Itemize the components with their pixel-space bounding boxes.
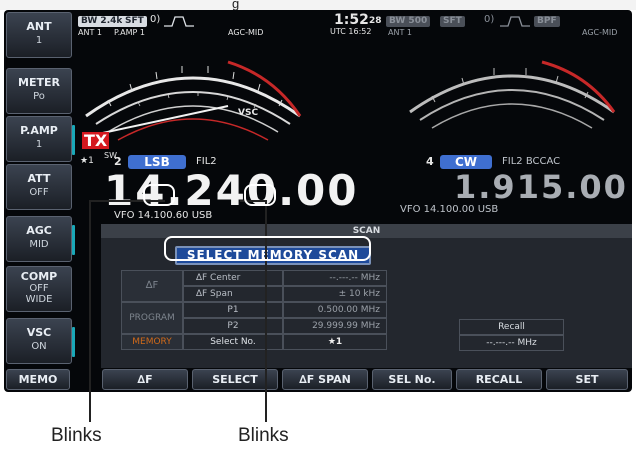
agc-key-value: MID — [29, 239, 49, 250]
sub-sft-chip: SFT — [440, 16, 465, 27]
sub-sft-value: 0) — [484, 14, 495, 25]
blink-callout-line-right — [265, 200, 267, 422]
sub-frequency: 1.915.00 — [454, 168, 628, 206]
sub-mode-number: 4 — [426, 155, 434, 168]
main-filter-shape-icon — [164, 16, 194, 27]
row-value-select-no: ★1 — [283, 334, 387, 350]
sel-no-key[interactable]: SEL No. — [372, 369, 452, 390]
top-strip: g — [0, 0, 636, 11]
sub-agc-label: AGC-MID — [582, 28, 618, 37]
select-memory-scan-highlight — [164, 236, 371, 261]
blink-dot — [89, 260, 91, 262]
main-agc-label: AGC-MID — [228, 28, 264, 37]
meter-key-label: METER — [18, 76, 60, 89]
comp-key-label: COMP — [20, 270, 58, 283]
att-key[interactable]: ATT OFF — [6, 164, 72, 210]
ant-key[interactable]: ANT 1 — [6, 12, 72, 58]
main-sft-chip: SFT — [122, 16, 147, 27]
vsc-key-value: ON — [31, 341, 47, 352]
clock-seconds: 28 — [369, 16, 382, 26]
sub-vfo-line: VFO 14.100.00 USB — [400, 204, 499, 215]
comp-key[interactable]: COMP OFF WIDE — [6, 266, 72, 312]
vsc-key[interactable]: VSC ON — [6, 318, 75, 364]
agc-key[interactable]: AGC MID — [6, 216, 75, 262]
row-param-p1: P1 — [183, 302, 283, 318]
agc-key-label: AGC — [26, 224, 52, 237]
pamp-key[interactable]: P.AMP 1 — [6, 116, 75, 162]
vsc-key-label: VSC — [26, 326, 52, 339]
meter-key[interactable]: METER Po — [6, 68, 72, 114]
recall-value: --.---.-- MHz — [459, 335, 564, 351]
row-value-p1: 0.500.00 MHz — [283, 302, 387, 318]
main-bw-chip: BW 2.4k — [78, 16, 126, 27]
delta-f-span-key[interactable]: ∆F SPAN — [282, 369, 368, 390]
row-value-span: ± 10 kHz — [283, 286, 387, 302]
main-vfo-line: VFO 14.100.60 USB — [114, 210, 213, 221]
sub-filter-label: FIL2 BCCAC — [502, 156, 561, 167]
agc-indicator — [72, 225, 75, 255]
sub-bw-chip: BW 500 — [386, 16, 431, 27]
clock-time: 1:52 — [334, 12, 369, 28]
ant-key-value: 1 — [35, 35, 43, 46]
main-sft-value: 0) — [150, 14, 161, 25]
blink-highlight-right — [244, 184, 276, 206]
ant-key-label: ANT — [26, 20, 52, 33]
recall-key[interactable]: RECALL — [456, 369, 542, 390]
sub-meter — [409, 60, 616, 129]
sub-ant-label: ANT 1 — [388, 28, 412, 37]
main-meter — [85, 60, 302, 141]
pamp-key-value: 1 — [35, 139, 43, 150]
pamp-indicator — [72, 125, 75, 155]
meter-key-value: Po — [33, 91, 45, 102]
blink-callout-line-left — [89, 200, 91, 422]
att-key-value: OFF — [29, 187, 49, 198]
group-program: PROGRAM — [121, 302, 183, 334]
row-param-center: ∆F Center — [183, 270, 283, 286]
comp-key-value: OFF WIDE — [25, 283, 53, 305]
sub-filter-shape-icon — [500, 16, 530, 27]
row-param-select-no: Select No. — [183, 334, 283, 350]
group-memory: MEMORY — [121, 334, 183, 350]
vsc-indicator — [72, 327, 75, 357]
group-delta-f: ∆F — [121, 270, 183, 302]
set-key[interactable]: SET — [546, 369, 628, 390]
vsc-indicator-label: VSC — [238, 108, 259, 118]
row-param-p2: P2 — [183, 318, 283, 334]
main-ant-label: ANT 1 — [78, 28, 102, 37]
att-key-label: ATT — [27, 172, 51, 185]
delta-f-key[interactable]: ∆F — [102, 369, 188, 390]
row-value-p2: 29.999.99 MHz — [283, 318, 387, 334]
pamp-key-label: P.AMP — [20, 124, 58, 137]
blinks-label-right: Blinks — [238, 425, 289, 446]
tx-badge: TX — [82, 131, 110, 150]
blink-highlight-left — [143, 184, 175, 206]
main-memo-star: ★1 — [80, 156, 94, 166]
sub-mode-badge: CW — [440, 155, 492, 169]
row-param-span: ∆F Span — [183, 286, 283, 302]
utc-time: UTC 16:52 — [330, 27, 372, 36]
sub-bpf-chip: BPF — [534, 16, 560, 27]
memo-key[interactable]: MEMO — [6, 369, 70, 390]
main-pamp-label: P.AMP 1 — [114, 28, 145, 37]
blinks-label-left: Blinks — [51, 425, 102, 446]
recall-title: Recall — [459, 319, 564, 335]
row-value-center: --.---.-- MHz — [283, 270, 387, 286]
